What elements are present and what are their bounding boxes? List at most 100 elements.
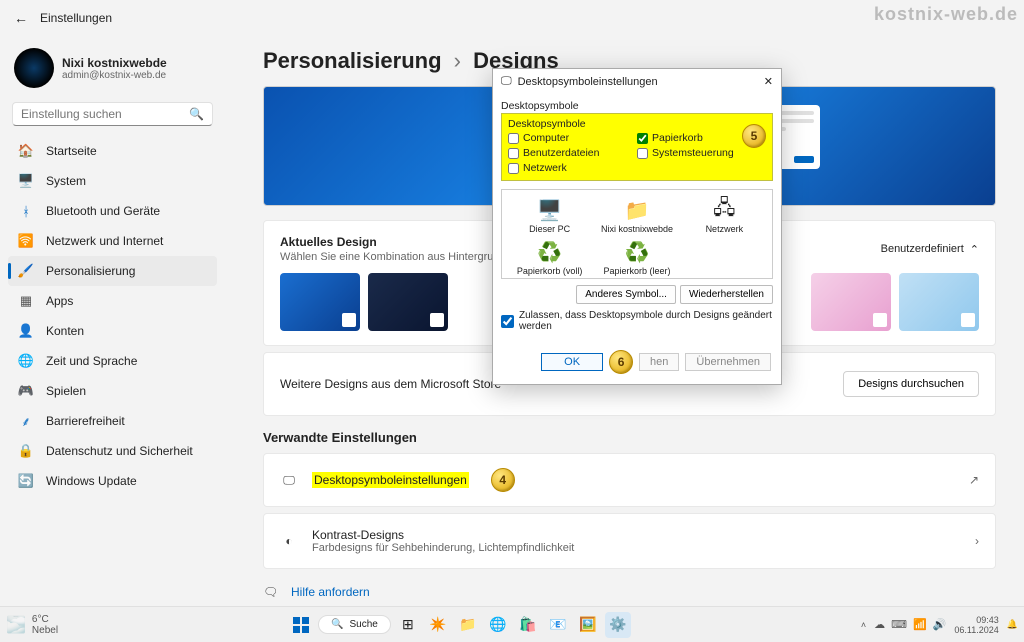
icon-this-pc[interactable]: 🖥️Dieser PC: [510, 198, 590, 234]
theme-thumb[interactable]: [811, 273, 891, 331]
sidebar-item-0[interactable]: 🏠 Startseite: [8, 136, 217, 166]
nav-label: Konten: [46, 324, 84, 338]
nav-label: Netzwerk und Internet: [46, 234, 163, 248]
weather-widget[interactable]: 🌫️ 6°C Nebel: [6, 614, 58, 636]
start-button[interactable]: [288, 612, 314, 638]
user-mail: admin@kostnix-web.de: [62, 70, 167, 81]
task-view-icon[interactable]: ⊞: [395, 612, 421, 638]
user-block[interactable]: Nixi kostnixwebde admin@kostnix-web.de: [8, 42, 217, 102]
sidebar-item-11[interactable]: 🔄 Windows Update: [8, 466, 217, 496]
volume-icon[interactable]: 🔊: [933, 618, 947, 631]
nav-icon: ⸙: [18, 413, 34, 429]
sidebar-item-5[interactable]: ▦Apps: [8, 286, 217, 316]
nav-icon: ▦: [18, 293, 34, 309]
dialog-title: Desktopsymboleinstellungen: [518, 76, 658, 88]
theme-thumb[interactable]: [280, 273, 360, 331]
search-input[interactable]: [21, 107, 189, 121]
nav-label: System: [46, 174, 86, 188]
theme-thumb[interactable]: [368, 273, 448, 331]
nav-label: Startseite: [46, 144, 97, 158]
nav-icon: 🎮: [18, 383, 34, 399]
back-button[interactable]: ←: [14, 10, 28, 26]
onedrive-icon[interactable]: ☁: [874, 618, 885, 631]
notifications-icon[interactable]: 🔔: [1007, 619, 1018, 630]
sidebar-item-4[interactable]: 🖌️Personalisierung: [8, 256, 217, 286]
nav-icon: ᚼ: [18, 203, 34, 219]
explorer-icon[interactable]: 📁: [455, 612, 481, 638]
nav-label: Zeit und Sprache: [46, 354, 137, 368]
sidebar-item-9[interactable]: ⸙ Barrierefreiheit: [8, 406, 217, 436]
contrast-title: Kontrast-Designs: [312, 528, 574, 542]
apply-button[interactable]: Übernehmen: [685, 353, 771, 371]
icon-network[interactable]: 🖧Netzwerk: [684, 198, 764, 234]
contrast-sub: Farbdesigns für Sehbehinderung, Lichtemp…: [312, 542, 574, 554]
nav-icon: 🔒: [18, 443, 34, 459]
taskbar-search[interactable]: 🔍Suche: [318, 615, 391, 634]
check-benutzerdateien[interactable]: Benutzerdateien: [508, 147, 637, 159]
restore-button[interactable]: Wiederherstellen: [680, 285, 773, 304]
group-label: Desktopsymbole: [508, 118, 766, 130]
search-icon: 🔍: [331, 619, 343, 630]
wifi-icon[interactable]: 📶: [913, 618, 927, 631]
annotation-4: 4: [491, 468, 515, 492]
chevron-up-icon: ⌃: [970, 243, 979, 256]
nav-icon: 🏠: [18, 143, 34, 159]
nav-label: Bluetooth und Geräte: [46, 204, 160, 218]
edge-icon[interactable]: 🌐: [485, 612, 511, 638]
desktop-icons-settings-row[interactable]: 🖵 Desktopsymboleinstellungen 4 ↗: [263, 453, 996, 507]
close-icon[interactable]: ✕: [764, 75, 773, 88]
highlighted-checkbox-group: Desktopsymbole Computer Papierkorb Benut…: [501, 113, 773, 181]
other-symbol-button[interactable]: Anderes Symbol...: [576, 285, 676, 304]
annotation-5: 5: [742, 124, 766, 148]
store-icon[interactable]: 🛍️: [515, 612, 541, 638]
sidebar-item-10[interactable]: 🔒Datenschutz und Sicherheit: [8, 436, 217, 466]
allow-themes-checkbox[interactable]: Zulassen, dass Desktopsymbole durch Desi…: [501, 310, 773, 332]
search-icon: 🔍: [189, 107, 204, 121]
check-netzwerk[interactable]: Netzwerk: [508, 162, 637, 174]
clock[interactable]: 09:43 06.11.2024: [954, 615, 998, 635]
help-link[interactable]: 🗨Hilfe anfordern: [263, 579, 996, 605]
theme-thumb[interactable]: [899, 273, 979, 331]
nav-icon: 🔄: [18, 473, 34, 489]
check-computer[interactable]: Computer: [508, 132, 637, 144]
browse-designs-button[interactable]: Designs durchsuchen: [843, 371, 979, 397]
nav-icon: 🌐: [18, 353, 34, 369]
nav-label: Spielen: [46, 384, 86, 398]
icon-recycle-empty[interactable]: ♻️Papierkorb (leer): [597, 240, 677, 276]
nav-label: Windows Update: [46, 474, 137, 488]
sidebar-item-3[interactable]: 🛜 Netzwerk und Internet: [8, 226, 217, 256]
nav-label: Barrierefreiheit: [46, 414, 125, 428]
icon-preview-grid: 🖥️Dieser PC 📁Nixi kostnixwebde 🖧Netzwerk…: [501, 189, 773, 279]
check-systemsteuerung[interactable]: Systemsteuerung: [637, 147, 766, 159]
contrast-designs-row[interactable]: ◐ Kontrast-Designs Farbdesigns für Sehbe…: [263, 513, 996, 569]
settings-icon[interactable]: ⚙️: [605, 612, 631, 638]
ok-button[interactable]: OK: [541, 353, 603, 371]
tray-chevron-icon[interactable]: ˄: [861, 620, 866, 630]
breadcrumb-parent[interactable]: Personalisierung: [263, 48, 442, 73]
icon-recycle-full[interactable]: ♻️Papierkorb (voll): [510, 240, 590, 276]
theme-dropdown[interactable]: Benutzerdefiniert ⌃: [881, 243, 979, 256]
sidebar-item-6[interactable]: 👤Konten: [8, 316, 217, 346]
dialog-icon: 🖵: [501, 75, 512, 88]
desktop-icon-settings-dialog: 🖵 Desktopsymboleinstellungen ✕ Desktopsy…: [492, 68, 782, 385]
annotation-6: 6: [609, 350, 633, 374]
cancel-button[interactable]: hen: [639, 353, 679, 371]
copilot-icon[interactable]: ✴️: [425, 612, 451, 638]
search-box[interactable]: 🔍: [12, 102, 213, 126]
sidebar: Nixi kostnixwebde admin@kostnix-web.de 🔍…: [0, 36, 225, 606]
avatar: [14, 48, 54, 88]
irfanview-icon[interactable]: 🖼️: [575, 612, 601, 638]
user-name: Nixi kostnixwebde: [62, 56, 167, 70]
sidebar-item-1[interactable]: 🖥️System: [8, 166, 217, 196]
monitor-icon: 🖵: [280, 473, 298, 488]
fieldset-label: Desktopsymbole: [501, 100, 773, 112]
nav-icon: 🖌️: [18, 263, 34, 279]
sidebar-item-8[interactable]: 🎮 Spielen: [8, 376, 217, 406]
desktop-icons-label: Desktopsymboleinstellungen: [312, 472, 469, 488]
sidebar-item-2[interactable]: ᚼ Bluetooth und Geräte: [8, 196, 217, 226]
outlook-icon[interactable]: 📧: [545, 612, 571, 638]
language-indicator[interactable]: ⌨: [891, 618, 907, 631]
icon-user-folder[interactable]: 📁Nixi kostnixwebde: [597, 198, 677, 234]
sidebar-item-7[interactable]: 🌐 Zeit und Sprache: [8, 346, 217, 376]
nav-icon: 🛜: [18, 233, 34, 249]
